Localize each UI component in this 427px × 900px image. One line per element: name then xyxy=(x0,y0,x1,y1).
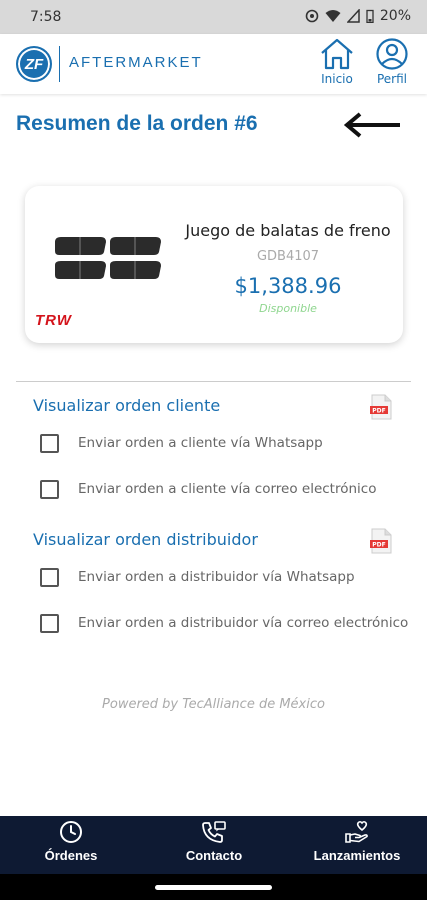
pdf-badge-text: PDF xyxy=(372,542,385,549)
checkbox[interactable] xyxy=(40,433,59,453)
dnd-icon xyxy=(305,9,319,23)
product-price: $1,388.96 xyxy=(234,274,342,298)
zf-logo: ZF xyxy=(16,46,52,82)
nav-perfil-button[interactable]: Perfil xyxy=(372,38,412,90)
back-arrow-icon[interactable] xyxy=(344,112,402,138)
brake-pads-image xyxy=(55,237,161,279)
status-bar: 7:58 20% xyxy=(0,0,427,34)
home-icon xyxy=(321,38,353,70)
signal-icon xyxy=(346,9,360,23)
product-card: TRW Juego de balatas de freno GDB4107 $1… xyxy=(25,186,403,343)
visualizar-orden-distribuidor-link[interactable]: Visualizar orden distribuidor xyxy=(33,530,258,549)
battery-percent: 20% xyxy=(379,8,411,24)
home-gesture-pill[interactable] xyxy=(155,885,272,890)
powered-by-text: Powered by TecAlliance de México xyxy=(102,697,325,712)
bottom-nav-contacto-label: Contacto xyxy=(185,848,243,863)
product-name: Juego de balatas de freno xyxy=(185,221,391,240)
nav-inicio-button[interactable]: Inicio xyxy=(317,38,357,90)
checkbox[interactable] xyxy=(40,479,59,499)
battery-icon xyxy=(366,9,374,23)
clock-icon xyxy=(60,821,82,843)
status-icons: 20% xyxy=(305,8,411,24)
pdf-badge-text: PDF xyxy=(372,408,385,415)
profile-icon xyxy=(376,38,408,70)
brand-text: AFTERMARKET xyxy=(69,54,203,71)
nav-inicio-label: Inicio xyxy=(321,72,353,86)
gesture-bar xyxy=(0,874,427,900)
logo-divider xyxy=(59,46,60,82)
checkbox[interactable] xyxy=(40,567,59,587)
divider xyxy=(16,381,411,382)
hand-heart-icon xyxy=(345,820,368,843)
check-row-distribuidor-whatsapp[interactable]: Enviar orden a distribuidor vía Whatsapp xyxy=(40,566,355,588)
visualizar-orden-cliente-link[interactable]: Visualizar orden cliente xyxy=(33,396,220,415)
page-title: Resumen de la orden #6 xyxy=(16,112,258,135)
bottom-nav-lanzamientos-label: Lanzamientos xyxy=(313,848,401,863)
checkbox[interactable] xyxy=(40,613,59,633)
phone-icon xyxy=(202,821,226,843)
status-time: 7:58 xyxy=(30,9,62,25)
product-status: Disponible xyxy=(259,302,317,315)
pdf-icon[interactable]: PDF xyxy=(370,394,392,420)
app-header: ZF AFTERMARKET Inicio Perfil xyxy=(0,34,427,94)
nav-perfil-label: Perfil xyxy=(376,72,408,86)
check-row-distribuidor-email[interactable]: Enviar orden a distribuidor vía correo e… xyxy=(40,612,408,634)
check-row-cliente-whatsapp[interactable]: Enviar orden a cliente vía Whatsapp xyxy=(40,432,323,454)
bottom-nav-ordenes[interactable]: Órdenes xyxy=(11,820,131,863)
bottom-nav-lanzamientos[interactable]: Lanzamientos xyxy=(297,820,417,863)
product-code: GDB4107 xyxy=(256,249,320,264)
bottom-nav-ordenes-label: Órdenes xyxy=(44,848,98,863)
pdf-icon[interactable]: PDF xyxy=(370,528,392,554)
check-label: Enviar orden a cliente vía correo electr… xyxy=(78,481,377,497)
wifi-icon xyxy=(325,10,341,22)
check-label: Enviar orden a distribuidor vía correo e… xyxy=(78,615,409,631)
bottom-nav: Órdenes Contacto Lanzamientos xyxy=(0,816,427,874)
bottom-nav-contacto[interactable]: Contacto xyxy=(154,820,274,863)
check-row-cliente-email[interactable]: Enviar orden a cliente vía correo electr… xyxy=(40,478,376,500)
trw-logo: TRW xyxy=(35,312,72,329)
check-label: Enviar orden a distribuidor vía Whatsapp xyxy=(78,569,355,585)
check-label: Enviar orden a cliente vía Whatsapp xyxy=(78,435,323,451)
